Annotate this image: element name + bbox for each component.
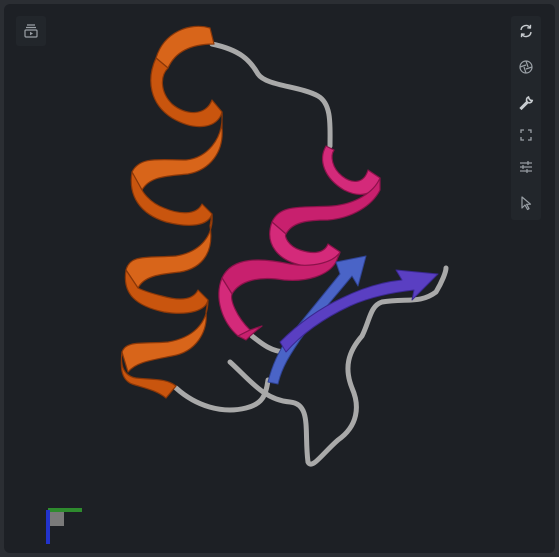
- screenshot-button[interactable]: [511, 52, 541, 82]
- molecule-viewer[interactable]: [4, 4, 555, 553]
- orientation-axes: [46, 508, 82, 544]
- sequence-panel-icon: [24, 24, 38, 38]
- helix-magenta: [218, 145, 381, 341]
- sequence-panel-button[interactable]: [16, 16, 46, 46]
- fullscreen-icon: [520, 129, 532, 141]
- selection-cursor-icon: [521, 196, 532, 211]
- coil-n-terminal: [209, 41, 333, 149]
- selection-mode-button[interactable]: [511, 188, 541, 218]
- reset-view-button[interactable]: [511, 16, 541, 46]
- reset-view-icon: [520, 24, 532, 38]
- settings-button[interactable]: [511, 152, 541, 182]
- settings-sliders-icon: [520, 161, 532, 173]
- tools-button[interactable]: [511, 88, 541, 118]
- helix-orange: [120, 25, 223, 399]
- right-toolbar: [511, 16, 541, 220]
- screenshot-icon: [519, 60, 533, 74]
- wrench-icon: [519, 95, 534, 111]
- protein-cartoon[interactable]: [4, 4, 555, 553]
- fullscreen-button[interactable]: [511, 120, 541, 150]
- z-axis: [50, 512, 64, 526]
